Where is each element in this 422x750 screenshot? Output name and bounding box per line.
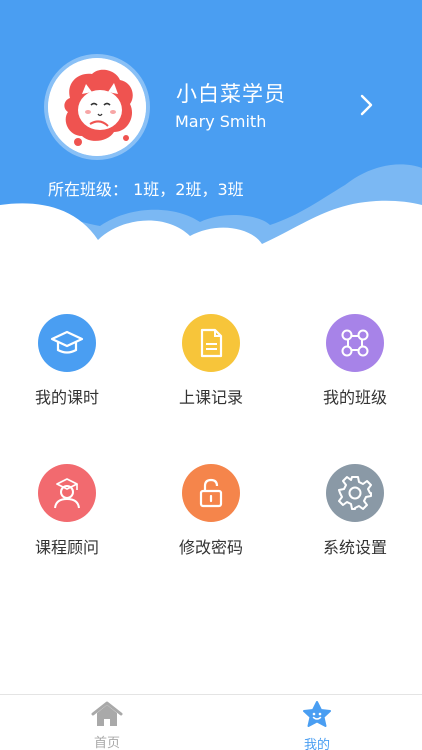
network-nodes-icon (326, 314, 384, 372)
bottom-tab-bar: 首页 我的 (0, 694, 422, 750)
change-password-label: 修改密码 (178, 538, 243, 557)
advisor-icon (38, 464, 96, 522)
user-name: 小白菜学员 (176, 82, 286, 106)
profile-screen: 小白菜学员 Mary Smith 所在班级： 1班，2班，3班 我的课时 上课记… (0, 0, 422, 750)
system-settings-button[interactable]: 系统设置 (285, 464, 422, 574)
class-value: 1班，2班，3班 (133, 180, 244, 199)
course-advisor-label: 课程顾问 (34, 538, 99, 557)
document-icon (182, 314, 240, 372)
system-settings-label: 系统设置 (322, 538, 387, 557)
avatar[interactable] (48, 58, 146, 156)
change-password-button[interactable]: 修改密码 (141, 464, 281, 574)
my-lessons-label: 我的课时 (34, 388, 99, 407)
class-info: 所在班级： 1班，2班，3班 (48, 176, 244, 200)
my-class-button[interactable]: 我的班级 (285, 314, 422, 424)
lock-icon (182, 464, 240, 522)
star-smile-icon (303, 701, 331, 727)
my-lessons-button[interactable]: 我的课时 (0, 314, 137, 424)
class-records-button[interactable]: 上课记录 (141, 314, 281, 424)
tab-mine[interactable]: 我的 (267, 701, 367, 750)
gear-icon (326, 464, 384, 522)
user-english-name: Mary Smith (175, 112, 267, 131)
graduation-cap-icon (38, 314, 96, 372)
profile-header: 小白菜学员 Mary Smith 所在班级： 1班，2班，3班 (0, 0, 422, 255)
chevron-right-icon[interactable] (352, 90, 382, 120)
home-icon (91, 701, 123, 726)
course-advisor-button[interactable]: 课程顾问 (0, 464, 137, 574)
cat-avatar-icon (48, 58, 146, 156)
tab-home[interactable]: 首页 (57, 701, 157, 750)
class-label: 所在班级： (48, 180, 129, 199)
class-records-label: 上课记录 (178, 388, 243, 407)
tab-mine-label: 我的 (303, 738, 330, 750)
tab-home-label: 首页 (93, 736, 120, 750)
my-class-label: 我的班级 (322, 388, 387, 407)
